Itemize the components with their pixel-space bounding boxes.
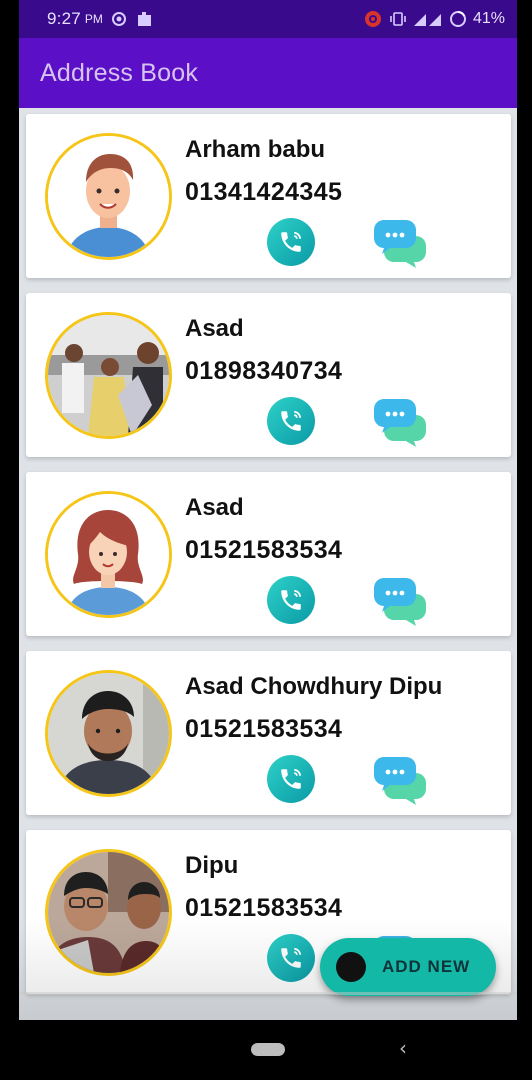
call-button[interactable] [267, 576, 315, 624]
message-button[interactable] [372, 218, 428, 270]
contact-phone: 01898340734 [185, 357, 343, 385]
status-left: 9:27 PM [47, 9, 155, 29]
contact-name: Asad [185, 494, 244, 521]
status-right: 41% [363, 9, 505, 29]
screen-record-icon [363, 9, 383, 29]
message-button[interactable] [372, 755, 428, 807]
chat-bubble-icon [374, 757, 426, 805]
male-avatar-icon [48, 136, 169, 257]
contact-card[interactable]: Asad Chowdhury Dipu 01521583534 [26, 651, 511, 815]
contact-card[interactable]: Arham babu 01341424345 [26, 114, 511, 278]
record-icon [111, 11, 127, 27]
status-time: 9:27 [47, 9, 81, 28]
phone-screen: 9:27 PM 41% Address Book Arham babu 0134… [19, 0, 517, 1080]
group-photo-icon [48, 315, 169, 436]
phone-icon [281, 410, 302, 431]
contact-phone: 01521583534 [185, 894, 343, 922]
message-button[interactable] [372, 397, 428, 449]
divider [19, 992, 517, 995]
call-button[interactable] [267, 934, 315, 982]
contact-phone: 01341424345 [185, 178, 343, 206]
contact-avatar [45, 312, 172, 439]
man-photo-icon [48, 673, 169, 794]
chat-bubble-icon [374, 578, 426, 626]
add-icon [336, 952, 366, 982]
contact-name: Asad Chowdhury Dipu [185, 673, 443, 700]
puzzle-icon [135, 9, 155, 29]
call-button[interactable] [267, 755, 315, 803]
chat-bubble-icon [374, 399, 426, 447]
navigation-bar: ‹ [19, 1020, 517, 1080]
contact-list[interactable]: Arham babu 01341424345 Asad 01898340734 … [19, 108, 517, 1020]
contact-avatar [45, 133, 172, 260]
phone-icon [281, 589, 302, 610]
status-ampm: PM [84, 12, 103, 26]
chat-bubble-icon [374, 220, 426, 268]
home-pill-button[interactable] [251, 1043, 285, 1056]
back-chevron-icon[interactable]: ‹ [399, 1036, 407, 1060]
call-button[interactable] [267, 218, 315, 266]
phone-icon [281, 947, 302, 968]
status-bar: 9:27 PM 41% [19, 0, 517, 38]
female-avatar-icon [48, 494, 169, 615]
vibrate-icon [389, 11, 407, 27]
contact-avatar [45, 491, 172, 618]
message-button[interactable] [372, 576, 428, 628]
contact-phone: 01521583534 [185, 536, 343, 564]
signal-icon [413, 11, 443, 27]
phone-icon [281, 231, 302, 252]
contact-name: Dipu [185, 852, 239, 879]
add-new-button[interactable]: ADD NEW [320, 938, 496, 996]
battery-percent: 41% [472, 10, 505, 27]
add-new-label: ADD NEW [382, 957, 471, 976]
contact-card[interactable]: Asad 01898340734 [26, 293, 511, 457]
phone-icon [281, 768, 302, 789]
contact-name: Asad [185, 315, 244, 342]
battery-icon [449, 10, 467, 28]
contact-phone: 01521583534 [185, 715, 343, 743]
contact-avatar [45, 670, 172, 797]
call-button[interactable] [267, 397, 315, 445]
app-title: Address Book [40, 58, 199, 87]
app-bar: Address Book [19, 38, 517, 108]
contact-avatar [45, 849, 172, 976]
contact-name: Arham babu [185, 136, 326, 163]
selfie-photo-icon [48, 852, 169, 973]
contact-card[interactable]: Asad 01521583534 [26, 472, 511, 636]
